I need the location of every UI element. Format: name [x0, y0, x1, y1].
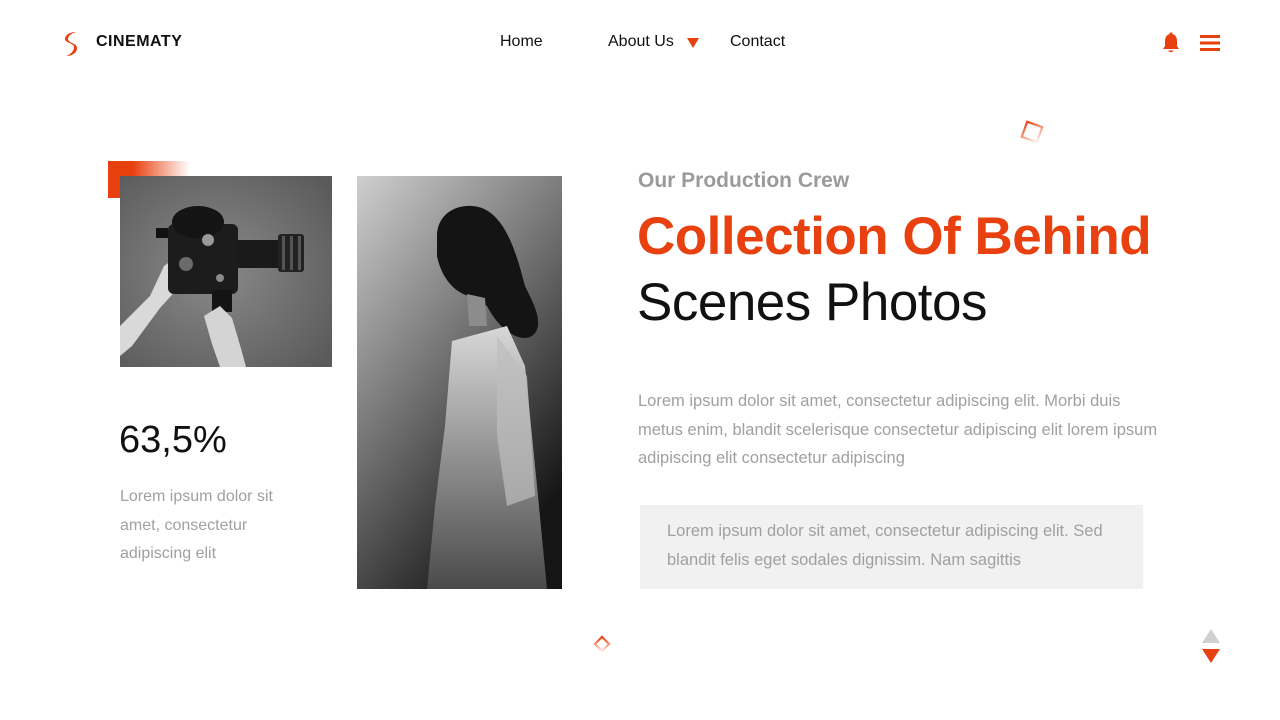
brand-logo-icon: [65, 32, 77, 56]
page-title-line1: Collection Of Behind: [637, 207, 1152, 266]
page-title-line2: Scenes Photos: [637, 273, 988, 332]
camera-photo: [120, 176, 332, 367]
quote-text: Lorem ipsum dolor sit amet, consectetur …: [667, 522, 1103, 569]
hamburger-menu-icon[interactable]: [1199, 33, 1221, 53]
stat-value: 63,5%: [119, 419, 227, 461]
chevron-down-icon[interactable]: [687, 38, 699, 48]
triangle-up-icon[interactable]: [1201, 628, 1221, 644]
brand-name: CINEMATY: [96, 33, 183, 50]
nav-about-us[interactable]: About Us: [608, 33, 674, 51]
decorative-square-outline: [1020, 120, 1044, 144]
body-paragraph: Lorem ipsum dolor sit amet, consectetur …: [638, 392, 1158, 467]
bell-icon[interactable]: [1160, 32, 1182, 54]
decorative-diamond: [593, 635, 611, 653]
triangle-down-icon[interactable]: [1201, 648, 1221, 664]
nav-contact[interactable]: Contact: [730, 33, 785, 51]
stat-description: Lorem ipsum dolor sit amet, consectetur …: [120, 488, 273, 562]
woman-portrait-photo: [357, 176, 562, 589]
section-eyebrow: Our Production Crew: [638, 169, 850, 192]
nav-home[interactable]: Home: [500, 33, 543, 51]
